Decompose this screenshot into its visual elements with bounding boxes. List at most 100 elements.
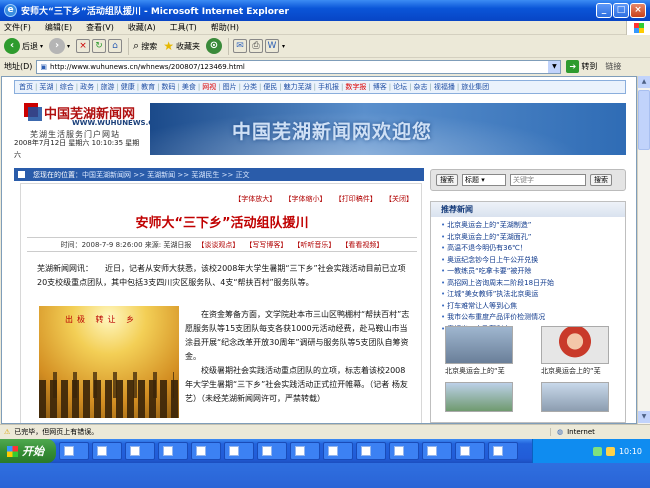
taskbar-item[interactable] (290, 442, 320, 460)
maximize-button[interactable]: □ (613, 3, 629, 18)
links-button[interactable]: 链接 (605, 61, 621, 72)
list-item[interactable]: 奥运纪念钞今日上午公开兑换 (441, 255, 625, 267)
taskbar-item[interactable] (191, 442, 221, 460)
nav-item[interactable]: 魅力芜湖 (284, 82, 312, 92)
home-icon[interactable]: ⌂ (108, 39, 123, 53)
forward-dropdown-icon[interactable]: ▾ (67, 43, 70, 50)
font-larger-link[interactable]: 【字体放大】 (234, 195, 276, 203)
nav-item[interactable]: 杂志 (413, 82, 427, 92)
refresh-icon[interactable]: ↻ (92, 39, 107, 53)
taskbar-item[interactable] (389, 442, 419, 460)
close-link[interactable]: 【关闭】 (385, 195, 413, 203)
address-input[interactable]: ▣ http://www.wuhunews.cn/whnews/200807/1… (36, 59, 562, 74)
nav-item[interactable]: 旅业集团 (461, 82, 489, 92)
menu-edit[interactable]: 编辑(E) (45, 22, 72, 33)
print-link[interactable]: 【打印稿件】 (335, 195, 377, 203)
list-item[interactable]: 高温不退今明仍有36℃！ (441, 243, 625, 255)
discuss-link[interactable]: 【谈谈观点】 (197, 240, 239, 250)
start-button[interactable]: 开始 (0, 439, 56, 463)
menu-tools[interactable]: 工具(T) (170, 22, 197, 33)
thumbnail-caption[interactable]: 北京奥运会上的“芜 (445, 366, 505, 376)
keyword-input[interactable]: 关键字 (510, 174, 586, 186)
nav-item[interactable]: 视福播 (434, 82, 455, 92)
search-field-select[interactable]: 标题 ▾ (462, 174, 506, 186)
thumbnail-stadium[interactable] (445, 326, 513, 364)
nav-item[interactable]: 芜湖 (39, 82, 53, 92)
blog-link[interactable]: 【写写博客】 (245, 240, 287, 250)
title-bar[interactable]: e 安师大“三下乡”活动组队援川 - Microsoft Internet Ex… (0, 0, 650, 21)
nav-item[interactable]: 美食 (182, 82, 196, 92)
scroll-thumb[interactable] (638, 90, 650, 150)
taskbar-item[interactable] (257, 442, 287, 460)
thumbnail-scene[interactable] (445, 382, 513, 412)
favorites-button[interactable]: ★ 收藏夹 (163, 39, 200, 53)
edit-icon[interactable]: W (264, 39, 279, 53)
thumbnail-person[interactable] (541, 326, 609, 364)
search-type-button[interactable]: 搜索 (436, 174, 458, 186)
minimize-button[interactable]: _ (596, 3, 612, 18)
list-item[interactable]: 江城“美女教师”执法北京奥运 (441, 289, 625, 301)
nav-item[interactable]: 手机报 (318, 82, 339, 92)
breadcrumb-path[interactable]: 中国芜湖新闻网 >> 芜湖新闻 >> 芜湖民生 >> 正文 (82, 170, 250, 180)
nav-item[interactable]: 教育 (141, 82, 155, 92)
address-dropdown-icon[interactable]: ▼ (548, 60, 561, 73)
scroll-up-icon[interactable]: ▲ (638, 76, 650, 88)
taskbar-item[interactable] (92, 442, 122, 460)
list-item[interactable]: 高招网上咨询周末二阶段18日开始 (441, 278, 625, 290)
menu-file[interactable]: 文件(F) (4, 22, 31, 33)
forward-button[interactable]: › ▾ (49, 38, 70, 54)
nav-item[interactable]: 博客 (373, 82, 387, 92)
media-icon[interactable]: ⊙ (205, 38, 222, 54)
volume-icon[interactable] (605, 446, 615, 456)
taskbar-item[interactable] (323, 442, 353, 460)
list-item[interactable]: 北京奥运会上的“芜湖面孔” (441, 232, 625, 244)
nav-item[interactable]: 论坛 (393, 82, 407, 92)
nav-item[interactable]: 图片 (223, 82, 237, 92)
menu-view[interactable]: 查看(V) (86, 22, 114, 33)
scroll-down-icon[interactable]: ▼ (638, 411, 650, 423)
nav-item[interactable]: 首页 (19, 82, 33, 92)
taskbar-item[interactable] (488, 442, 518, 460)
taskbar-item[interactable] (158, 442, 188, 460)
print-icon[interactable]: ⎙ (248, 39, 263, 53)
nav-item[interactable]: 分类 (243, 82, 257, 92)
search-submit-button[interactable]: 搜索 (590, 174, 612, 186)
list-item[interactable]: 打车难常让人等到心焦 (441, 301, 625, 313)
music-link[interactable]: 【听听音乐】 (293, 240, 335, 250)
menu-help[interactable]: 帮助(H) (211, 22, 239, 33)
nav-item[interactable]: 政务 (80, 82, 94, 92)
stop-icon[interactable]: × (76, 39, 91, 53)
network-icon[interactable] (592, 446, 602, 456)
taskbar-item[interactable] (224, 442, 254, 460)
close-button[interactable]: × (630, 3, 646, 18)
menu-favorites[interactable]: 收藏(A) (128, 22, 156, 33)
list-item[interactable]: 一教练员“吃拿卡要”被开除 (441, 266, 625, 278)
taskbar-item[interactable] (356, 442, 386, 460)
list-item[interactable]: 北京奥运会上的“芜湖制造” (441, 220, 625, 232)
back-button[interactable]: ‹ 后退 ▾ (4, 38, 43, 54)
vertical-scrollbar[interactable]: ▲ ▼ (637, 76, 650, 424)
taskbar-item[interactable] (125, 442, 155, 460)
list-item[interactable]: 我市公布重度产品评价检测情况 (441, 312, 625, 324)
nav-item[interactable]: 健康 (121, 82, 135, 92)
back-dropdown-icon[interactable]: ▾ (40, 43, 43, 50)
nav-item[interactable]: 旅游 (100, 82, 114, 92)
nav-item[interactable]: 便民 (263, 82, 277, 92)
taskbar-item[interactable] (59, 442, 89, 460)
font-smaller-link[interactable]: 【字体缩小】 (285, 195, 327, 203)
nav-item[interactable]: 数码 (162, 82, 176, 92)
taskbar-item[interactable] (422, 442, 452, 460)
clock[interactable]: 10:10 (619, 447, 642, 456)
thumbnail-scene[interactable] (541, 382, 609, 412)
mail-icon[interactable]: ✉ (232, 39, 247, 53)
edit-dropdown-icon[interactable]: ▾ (282, 43, 285, 50)
go-button[interactable]: ➔ 转到 (566, 60, 597, 73)
warning-icon[interactable]: ⚠ (4, 428, 10, 436)
nav-item[interactable]: 网视 (202, 82, 216, 92)
taskbar-item[interactable] (455, 442, 485, 460)
search-button[interactable]: ⌕ 搜索 (133, 39, 157, 53)
thumbnail-caption[interactable]: 北京奥运会上的“芜 (541, 366, 601, 376)
nav-item[interactable]: 综合 (60, 82, 74, 92)
nav-item[interactable]: 数字报 (345, 82, 366, 92)
video-link[interactable]: 【看看视频】 (341, 240, 383, 250)
